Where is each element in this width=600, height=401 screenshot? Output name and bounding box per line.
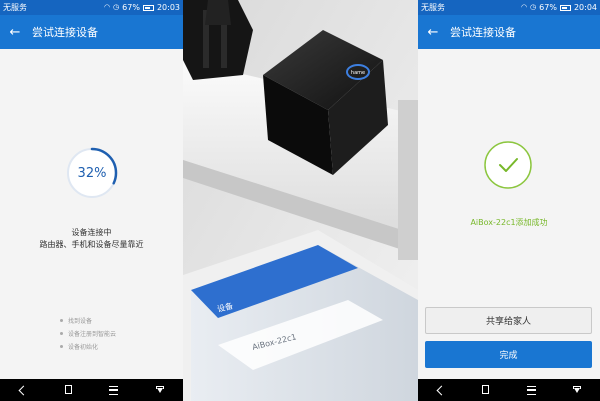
success-check-icon bbox=[484, 141, 532, 189]
battery-percent: 67% bbox=[122, 3, 140, 12]
step-item: 设备初始化 bbox=[60, 340, 116, 353]
back-arrow-icon[interactable]: ← bbox=[0, 26, 30, 39]
status-bar: 无服务 ◠ ◷ 67% 20:03 bbox=[0, 0, 183, 15]
nav-back-icon[interactable] bbox=[17, 384, 29, 396]
connecting-hint: 路由器、手机和设备尽量靠近 bbox=[39, 240, 144, 249]
success-message: AiBox-22c1添加成功 bbox=[470, 218, 548, 227]
nav-menu-icon[interactable] bbox=[108, 384, 120, 396]
android-nav-bar bbox=[0, 379, 183, 401]
step-dot-icon bbox=[60, 345, 63, 348]
wifi-icon: ◠ bbox=[103, 3, 111, 11]
android-nav-bar bbox=[418, 379, 600, 401]
nav-notification-icon[interactable] bbox=[154, 384, 166, 396]
product-photo: hame 设备 AiBox-22c1 bbox=[183, 0, 418, 401]
page-title: 尝试连接设备 bbox=[32, 26, 98, 39]
carrier-text: 无服务 bbox=[421, 3, 445, 12]
clock: 20:03 bbox=[156, 3, 180, 12]
nav-menu-icon[interactable] bbox=[526, 384, 538, 396]
nav-home-icon[interactable] bbox=[63, 384, 75, 396]
app-bar: ← 尝试连接设备 bbox=[0, 15, 183, 49]
page-title: 尝试连接设备 bbox=[450, 26, 516, 39]
progress-percent: 32% bbox=[77, 165, 107, 181]
battery-icon bbox=[142, 4, 154, 11]
back-arrow-icon[interactable]: ← bbox=[418, 26, 448, 39]
wifi-icon: ◠ bbox=[520, 3, 528, 11]
step-item: 找到设备 bbox=[60, 314, 116, 327]
nav-notification-icon[interactable] bbox=[571, 384, 583, 396]
battery-icon bbox=[559, 4, 571, 11]
status-bar: 无服务 ◠ ◷ 67% 20:04 bbox=[418, 0, 600, 15]
step-dot-icon bbox=[60, 332, 63, 335]
photo-illustration: hame 设备 AiBox-22c1 bbox=[183, 0, 418, 401]
alarm-icon: ◷ bbox=[530, 3, 537, 11]
step-dot-icon bbox=[60, 319, 63, 322]
share-with-family-button[interactable]: 共享给家人 bbox=[425, 307, 592, 334]
done-button[interactable]: 完成 bbox=[425, 341, 592, 368]
svg-text:hame: hame bbox=[351, 70, 365, 76]
alarm-icon: ◷ bbox=[113, 3, 120, 11]
step-item: 设备注册到智能云 bbox=[60, 327, 116, 340]
connection-steps: 找到设备 设备注册到智能云 设备初始化 bbox=[60, 314, 116, 353]
clock: 20:04 bbox=[573, 3, 597, 12]
nav-back-icon[interactable] bbox=[435, 384, 447, 396]
app-bar: ← 尝试连接设备 bbox=[418, 15, 600, 49]
nav-home-icon[interactable] bbox=[480, 384, 492, 396]
battery-percent: 67% bbox=[539, 3, 557, 12]
carrier-text: 无服务 bbox=[3, 3, 27, 12]
connecting-title: 设备连接中 bbox=[71, 228, 112, 237]
